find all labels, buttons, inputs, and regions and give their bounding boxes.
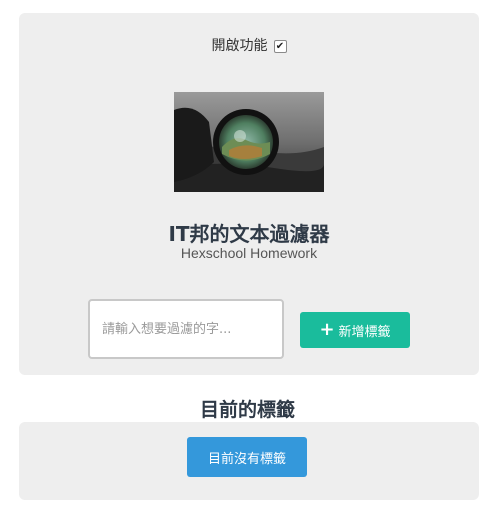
hero-image	[174, 92, 324, 192]
filter-word-input[interactable]	[88, 299, 284, 359]
current-tags-heading: 目前的標籤	[199, 399, 295, 421]
no-tags-button[interactable]: 目前沒有標籤	[187, 437, 307, 477]
add-tag-label: 新增標籤	[338, 324, 391, 340]
app-title: IT邦的文本過濾器	[168, 222, 330, 246]
tags-panel: 目前沒有標籤	[19, 422, 479, 500]
plus-icon: +	[319, 319, 335, 340]
filter-panel: 開啟功能 ✔ IT邦的文本過濾器 Hexschool Homework 請輸入想…	[19, 13, 479, 375]
lens-landscape-icon	[174, 92, 324, 192]
app-subtitle: Hexschool Homework	[180, 245, 318, 261]
add-tag-button[interactable]: + 新增標籤	[300, 312, 410, 348]
feature-toggle-row: 開啟功能 ✔	[19, 35, 479, 55]
feature-toggle-checkbox[interactable]: ✔	[273, 40, 287, 53]
feature-toggle-label: 開啟功能	[211, 38, 268, 54]
